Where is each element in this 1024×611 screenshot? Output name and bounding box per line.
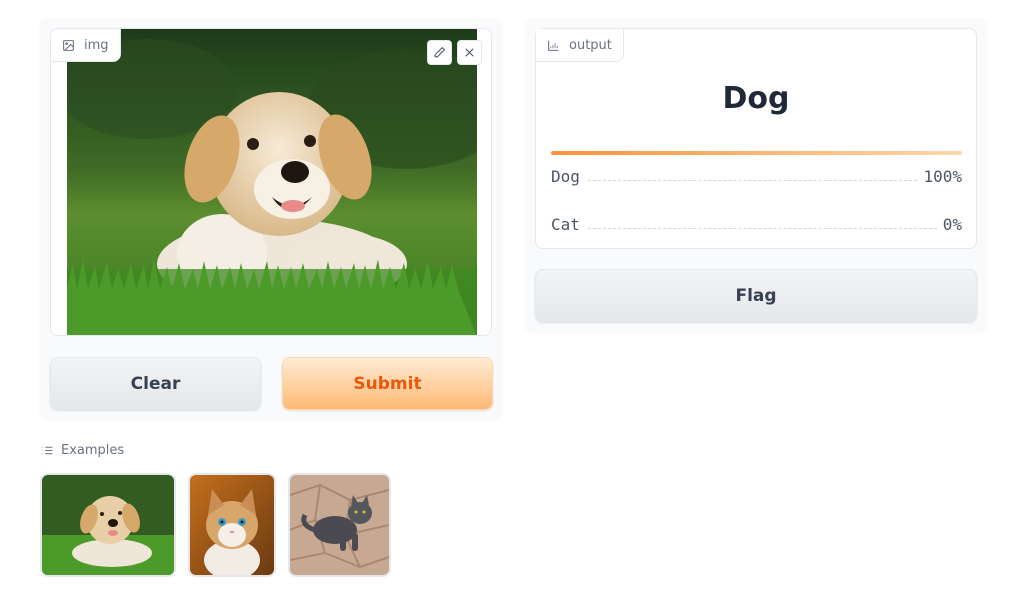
image-label: img: [84, 37, 109, 53]
confidence-row-dog[interactable]: Dog 100%: [551, 162, 962, 186]
puppy-image: [67, 29, 477, 335]
output-label-tag: output: [536, 29, 624, 62]
kitten-thumbnail: [190, 475, 274, 575]
close-icon: [465, 48, 474, 57]
confidence-label: Cat: [551, 215, 580, 234]
confidence-value: 100%: [923, 167, 962, 186]
output-label: output: [569, 37, 612, 53]
example-kitten[interactable]: [188, 473, 276, 577]
pencil-icon: [434, 46, 446, 58]
submit-button[interactable]: Submit: [282, 357, 493, 410]
bar-chart-icon: [548, 40, 559, 51]
dotted-leader: [587, 180, 918, 181]
input-panel: img Clear Submit: [39, 18, 503, 421]
uploaded-image: [67, 29, 477, 335]
confidence-row-cat[interactable]: Cat 0%: [551, 210, 962, 234]
image-label-tag: img: [51, 29, 121, 62]
flag-button[interactable]: Flag: [535, 269, 977, 322]
image-input[interactable]: img: [50, 28, 492, 336]
confidence-label: Dog: [551, 167, 580, 186]
example-puppy[interactable]: [40, 473, 176, 577]
confidence-bar: [551, 151, 962, 155]
example-gray-cat[interactable]: [288, 473, 391, 577]
clear-button[interactable]: Clear: [50, 357, 261, 410]
remove-image-button[interactable]: [457, 40, 482, 65]
puppy-thumbnail: [42, 475, 174, 575]
edit-button[interactable]: [427, 40, 452, 65]
list-icon: [42, 446, 53, 455]
confidence-value: 0%: [942, 215, 962, 234]
predicted-label: Dog: [722, 81, 790, 116]
label-output: output Dog Dog 100% Cat 0%: [535, 28, 977, 249]
gray-cat-thumbnail: [290, 475, 389, 575]
examples-header: Examples: [41, 443, 124, 458]
output-panel: output Dog Dog 100% Cat 0% Flag: [524, 18, 988, 333]
dotted-leader: [587, 228, 937, 229]
examples-label: Examples: [61, 443, 125, 458]
image-icon: [63, 39, 74, 51]
